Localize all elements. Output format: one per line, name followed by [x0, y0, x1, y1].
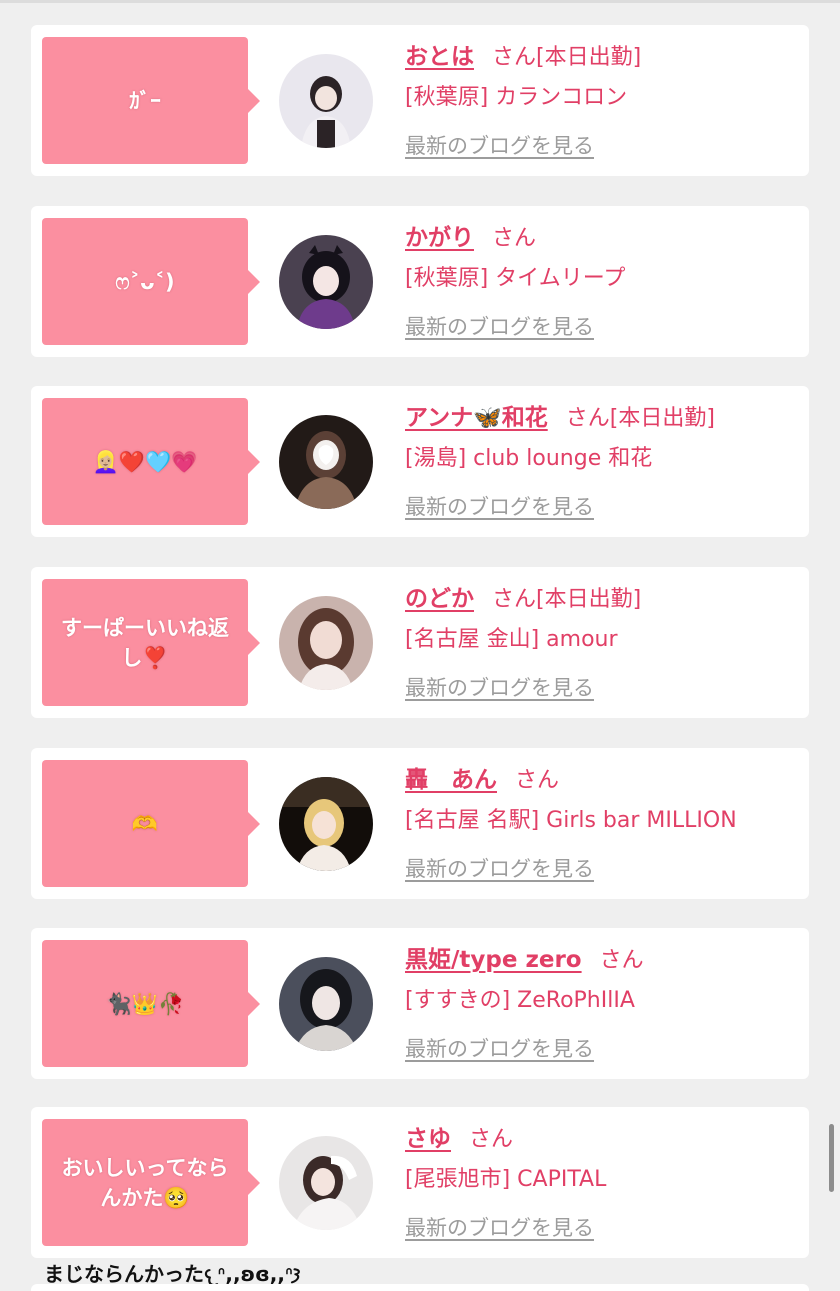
- honorific: さん: [599, 948, 644, 973]
- honorific: さん: [565, 406, 610, 431]
- cast-name-link[interactable]: おとは: [405, 44, 474, 70]
- post-card: すーぱーいいね返し❣️ のどか さん[本日出勤] [名古屋 金山] amour 最…: [31, 567, 809, 718]
- cast-name-link[interactable]: かがり: [405, 225, 474, 251]
- post-card: 👱🏼‍♀️❤️🩵💗 アンナ🦋和花 さん[本日出勤] [湯島] club loung…: [31, 386, 809, 537]
- comment-bubble: 🐈‍⬛👑🥀: [42, 940, 260, 1067]
- post-info: おとは さん[本日出勤] [秋葉原] カランコロン 最新のブログを見る: [405, 39, 805, 160]
- cast-name-link[interactable]: 轟 あん: [405, 767, 497, 793]
- comment-bubble: ෆ˃ᴗ˂): [42, 218, 260, 345]
- honorific: さん: [469, 1127, 514, 1152]
- comment-bubble: ｶﾞｰ: [42, 37, 260, 164]
- post-card: ｶﾞｰ おとは さん[本日出勤] [秋葉原] カランコロン 最新のブログを見る: [31, 25, 809, 176]
- shop-label: [名古屋 名駅] Girls bar MILLION: [405, 808, 737, 833]
- comment-bubble: 🫶: [42, 760, 260, 887]
- latest-blog-link[interactable]: 最新のブログを見る: [405, 491, 594, 521]
- post-info: 黒姫/type zero さん [すすきの] ZeRoPhIlIA 最新のブログを…: [405, 942, 805, 1063]
- post-info: 轟 あん さん [名古屋 名駅] Girls bar MILLION 最新のブログ…: [405, 762, 805, 883]
- post-card: ෆ˃ᴗ˂) かがり さん [秋葉原] タイムリープ 最新のブログを見る: [31, 206, 809, 357]
- avatar[interactable]: [279, 235, 373, 329]
- honorific: さん: [515, 768, 560, 793]
- shop-label: [秋葉原] カランコロン: [405, 85, 628, 110]
- post-info: さゆ さん [尾張旭市] CAPITAL 最新のブログを見る: [405, 1121, 805, 1242]
- avatar[interactable]: [279, 777, 373, 871]
- cast-name-link[interactable]: さゆ: [405, 1126, 451, 1152]
- today-working-badge: [本日出勤]: [609, 406, 715, 431]
- honorific: さん: [492, 587, 537, 612]
- latest-blog-link[interactable]: 最新のブログを見る: [405, 672, 594, 702]
- latest-blog-link[interactable]: 最新のブログを見る: [405, 311, 594, 341]
- post-card: おいしいってならんかた🥺 さゆ さん [尾張旭市] CAPITAL 最新のブログを…: [31, 1107, 809, 1258]
- cast-name-link[interactable]: アンナ🦋和花: [405, 405, 548, 431]
- comment-bubble: 👱🏼‍♀️❤️🩵💗: [42, 398, 260, 525]
- shop-label: [すすきの] ZeRoPhIlIA: [405, 988, 635, 1013]
- comment-bubble: すーぱーいいね返し❣️: [42, 579, 260, 706]
- honorific: さん: [492, 226, 537, 251]
- post-card-partial: [31, 1284, 809, 1291]
- comment-bubble: おいしいってならんかた🥺: [42, 1119, 260, 1246]
- avatar[interactable]: [279, 596, 373, 690]
- honorific: さん: [492, 45, 537, 70]
- latest-blog-link[interactable]: 最新のブログを見る: [405, 1033, 594, 1063]
- latest-blog-link[interactable]: 最新のブログを見る: [405, 130, 594, 160]
- shop-label: [名古屋 金山] amour: [405, 627, 618, 652]
- avatar[interactable]: [279, 54, 373, 148]
- shop-label: [秋葉原] タイムリープ: [405, 266, 626, 291]
- post-info: のどか さん[本日出勤] [名古屋 金山] amour 最新のブログを見る: [405, 581, 805, 702]
- today-working-badge: [本日出勤]: [536, 45, 642, 70]
- scrollbar[interactable]: [829, 1124, 834, 1192]
- avatar[interactable]: [279, 957, 373, 1051]
- latest-blog-link[interactable]: 最新のブログを見る: [405, 853, 594, 883]
- shop-label: [尾張旭市] CAPITAL: [405, 1167, 607, 1192]
- avatar[interactable]: [279, 415, 373, 509]
- post-info: かがり さん [秋葉原] タイムリープ 最新のブログを見る: [405, 220, 805, 341]
- post-card: 🫶 轟 あん さん [名古屋 名駅] Girls bar MILLION 最新のブ…: [31, 748, 809, 899]
- shop-label: [湯島] club lounge 和花: [405, 446, 653, 471]
- cast-name-link[interactable]: 黒姫/type zero: [405, 947, 582, 973]
- latest-blog-link[interactable]: 最新のブログを見る: [405, 1212, 594, 1242]
- cast-name-link[interactable]: のどか: [405, 586, 474, 612]
- top-divider: [0, 0, 840, 3]
- post-card: 🐈‍⬛👑🥀 黒姫/type zero さん [すすきの] ZeRoPhIlIA 最…: [31, 928, 809, 1079]
- post-info: アンナ🦋和花 さん[本日出勤] [湯島] club lounge 和花 最新のブロ…: [405, 400, 805, 521]
- avatar[interactable]: [279, 1136, 373, 1230]
- today-working-badge: [本日出勤]: [536, 587, 642, 612]
